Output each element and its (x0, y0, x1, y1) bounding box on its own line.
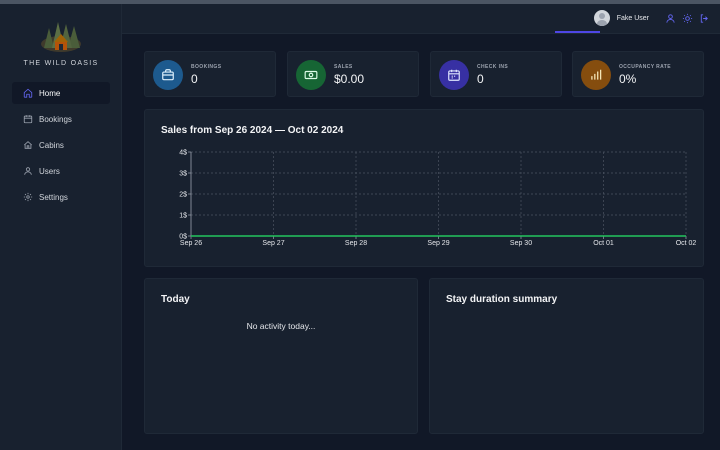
chart-bar-icon (591, 69, 602, 80)
sidebar-item-label: Settings (39, 192, 68, 202)
sidebar-item-label: Cabins (39, 140, 64, 150)
active-indicator (555, 31, 600, 33)
account-icon[interactable] (665, 13, 676, 24)
today-empty-message: No activity today... (246, 321, 316, 331)
sales-chart-panel: Sales from Sep 26 2024 — Oct 02 2024 0$ 1… (144, 109, 704, 267)
briefcase-icon (162, 69, 174, 81)
stat-icon-circle (296, 60, 326, 90)
stat-label: SALES (334, 64, 353, 70)
y-tick-label: 3$ (179, 171, 187, 178)
x-tick-label: Sep 29 (427, 240, 449, 247)
gear-icon (23, 192, 33, 202)
sidebar-item-label: Users (39, 166, 60, 176)
stat-value: $0.00 (334, 72, 365, 86)
y-tick-label: 1$ (179, 213, 187, 220)
sidebar-item-label: Bookings (39, 114, 72, 124)
stat-check-ins: CHECK INS 0 (430, 51, 562, 97)
stat-icon-circle (153, 60, 183, 90)
today-panel: Today No activity today... (144, 278, 418, 434)
y-tick-label: 2$ (179, 192, 187, 199)
today-title: Today (161, 294, 190, 305)
user-area: Fake User (593, 9, 710, 27)
stay-duration-title: Stay duration summary (446, 294, 558, 305)
y-tick-label: 4$ (179, 150, 187, 157)
brand-name: THE WILD OASIS (23, 60, 99, 67)
sun-icon[interactable] (682, 13, 693, 24)
x-tick-label: Sep 27 (262, 240, 284, 247)
stat-icon-circle (581, 60, 611, 90)
logout-icon[interactable] (699, 13, 710, 24)
stay-duration-panel: Stay duration summary (429, 278, 704, 434)
avatar[interactable] (593, 10, 610, 26)
stat-value: 0 (477, 72, 484, 86)
username: Fake User (616, 14, 649, 22)
stat-label: CHECK INS (477, 64, 509, 70)
user-icon (24, 167, 32, 175)
stat-value: 0 (191, 72, 198, 86)
stat-bookings: BOOKINGS 0 (144, 51, 276, 97)
top-header: Fake User (122, 4, 720, 34)
x-tick-label: Oct 01 (593, 240, 614, 247)
wild-oasis-logo (41, 22, 81, 52)
x-tick-label: Sep 28 (345, 240, 367, 247)
main-nav: Home Bookings Cabins Users Settings (12, 82, 110, 212)
cabin-icon (23, 141, 33, 149)
home-icon (23, 88, 33, 98)
sidebar-item-cabins[interactable]: Cabins (12, 134, 110, 156)
sidebar-item-bookings[interactable]: Bookings (12, 108, 110, 130)
stat-label: BOOKINGS (191, 64, 222, 70)
sidebar-item-users[interactable]: Users (12, 160, 110, 182)
sidebar-item-home[interactable]: Home (12, 82, 110, 104)
sidebar-item-label: Home (39, 88, 61, 98)
sales-chart: 0$1$2$3$4$Sep 26 Sep 27 Sep 28 Sep 29 Sep 30… (179, 150, 697, 248)
stat-label: OCCUPANCY RATE (619, 64, 671, 70)
stat-value: 0% (619, 72, 637, 86)
stat-icon-circle (439, 60, 469, 90)
stat-sales: SALES $0.00 (287, 51, 419, 97)
x-tick-label: Oct 02 (676, 240, 697, 247)
stat-occupancy-rate: OCCUPANCY RATE 0% (572, 51, 704, 97)
calendar-icon (23, 115, 33, 124)
dashboard-main: BOOKINGS 0 SALES $0.00 CHECK INS 0 OCCUP… (122, 34, 720, 450)
sidebar-item-settings[interactable]: Settings (12, 186, 110, 208)
sidebar: THE WILD OASIS Home Bookings Cabins User… (0, 4, 122, 450)
x-tick-label: Sep 26 (180, 240, 202, 247)
calendar-days-icon (448, 69, 460, 81)
x-tick-label: Sep 30 (510, 240, 532, 247)
banknotes-icon (304, 70, 318, 80)
